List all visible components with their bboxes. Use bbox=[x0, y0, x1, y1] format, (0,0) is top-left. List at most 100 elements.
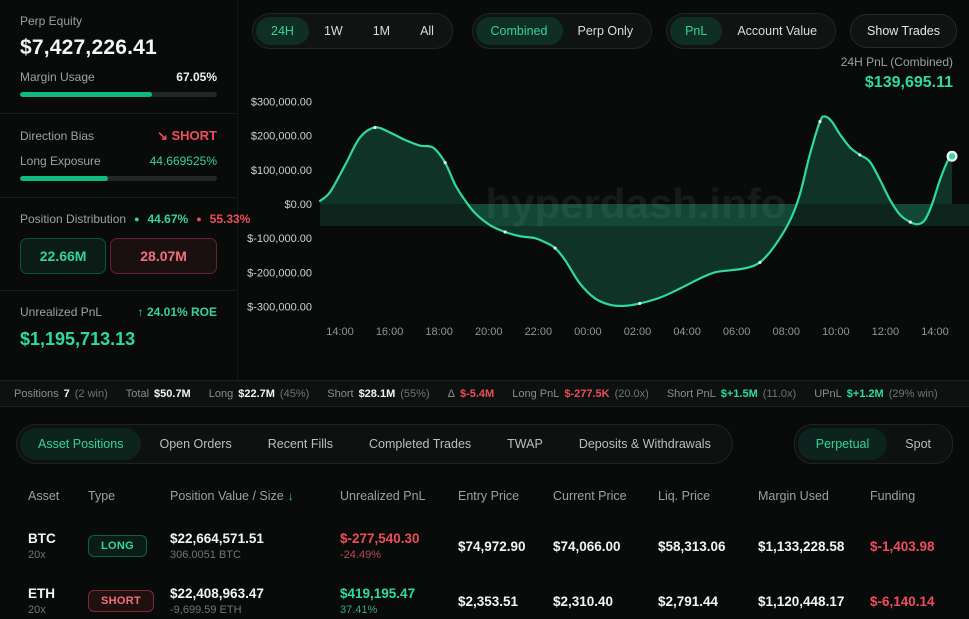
y-axis-tick: $200,000.00 bbox=[251, 131, 312, 143]
pnl-summary-value: $139,695.11 bbox=[841, 74, 953, 92]
position-type-badge: LONG bbox=[88, 535, 147, 557]
long-distribution-box: 22.66M bbox=[20, 238, 106, 274]
x-axis-tick: 18:00 bbox=[425, 326, 453, 338]
x-axis-tick: 12:00 bbox=[872, 326, 900, 338]
unrealized-pnl: $419,195.47 bbox=[340, 586, 458, 601]
position-type-badge: SHORT bbox=[88, 590, 154, 612]
trade-marker bbox=[504, 230, 507, 233]
positions-summary-bar: Positions7(2 win) Total$50.7M Long$22.7M… bbox=[0, 380, 969, 407]
summary-long: Long$22.7M(45%) bbox=[209, 388, 310, 400]
x-axis-tick: 08:00 bbox=[772, 326, 800, 338]
spot-toggle[interactable]: Spot bbox=[887, 428, 949, 460]
margin-usage-value: 67.05% bbox=[176, 70, 217, 84]
asset-leverage: 20x bbox=[28, 549, 88, 561]
position-value: $22,664,571.51 bbox=[170, 531, 340, 546]
trade-marker bbox=[858, 153, 861, 156]
y-axis-tick: $-100,000.00 bbox=[247, 233, 312, 245]
asset-symbol: BTC bbox=[28, 531, 88, 546]
market-toggle-group: Perpetual Spot bbox=[794, 424, 953, 464]
mode-toggle-group: Combined Perp Only bbox=[472, 13, 653, 49]
perpetual-toggle[interactable]: Perpetual bbox=[798, 428, 888, 460]
position-size: -9,699.59 ETH bbox=[170, 604, 340, 616]
tab-asset-positions[interactable]: Asset Positions bbox=[20, 428, 141, 460]
long-dot-icon: ● bbox=[134, 214, 139, 224]
trade-marker bbox=[638, 302, 641, 305]
pnl-summary-label: 24H PnL (Combined) bbox=[841, 55, 953, 69]
header-unrealized-pnl: Unrealized PnL bbox=[340, 489, 458, 503]
margin-used: $1,120,448.17 bbox=[758, 594, 870, 609]
combined-button[interactable]: Combined bbox=[476, 17, 563, 45]
long-exposure-value: 44.669525% bbox=[150, 154, 217, 168]
current-price: $74,066.00 bbox=[553, 539, 658, 554]
range-24h-button[interactable]: 24H bbox=[256, 17, 309, 45]
header-position-value[interactable]: Position Value / Size ↓ bbox=[170, 489, 340, 503]
positions-table: Asset Type Position Value / Size ↓ Unrea… bbox=[0, 474, 969, 619]
summary-upnl: UPnL$+1.2M(29% win) bbox=[814, 388, 937, 400]
range-1m-button[interactable]: 1M bbox=[358, 17, 405, 45]
pnl-button[interactable]: PnL bbox=[670, 17, 722, 45]
unrealized-pnl-pct: -24.49% bbox=[340, 549, 458, 561]
funding: $-1,403.98 bbox=[870, 539, 959, 554]
table-header-row: Asset Type Position Value / Size ↓ Unrea… bbox=[0, 474, 969, 518]
summary-delta: Δ$-5.4M bbox=[448, 388, 495, 400]
long-exposure-label: Long Exposure bbox=[20, 154, 101, 168]
unrealized-pnl-value: $1,195,713.13 bbox=[20, 329, 217, 350]
perp-equity-label: Perp Equity bbox=[20, 14, 217, 28]
asset-leverage: 20x bbox=[28, 604, 88, 616]
y-axis-tick: $300,000.00 bbox=[251, 97, 312, 109]
margin-usage-bar bbox=[20, 92, 217, 97]
trade-marker bbox=[444, 161, 447, 164]
tab-twap[interactable]: TWAP bbox=[489, 428, 561, 460]
x-axis-tick: 00:00 bbox=[574, 326, 602, 338]
x-axis-tick: 14:00 bbox=[326, 326, 354, 338]
tab-open-orders[interactable]: Open Orders bbox=[141, 428, 249, 460]
tab-recent-fills[interactable]: Recent Fills bbox=[250, 428, 351, 460]
roe-value: ↑ 24.01% ROE bbox=[138, 305, 217, 319]
range-all-button[interactable]: All bbox=[405, 17, 449, 45]
summary-long-pnl: Long PnL$-277.5K(20.0x) bbox=[512, 388, 649, 400]
margin-used: $1,133,228.58 bbox=[758, 539, 870, 554]
header-current-price: Current Price bbox=[553, 489, 658, 503]
header-asset: Asset bbox=[28, 489, 88, 503]
show-trades-button[interactable]: Show Trades bbox=[850, 14, 957, 48]
section-tabs: Asset Positions Open Orders Recent Fills… bbox=[16, 424, 733, 464]
pnl-chart-svg: hyperdash.info$300,000.00$200,000.00$100… bbox=[238, 95, 969, 355]
summary-positions: Positions7(2 win) bbox=[14, 388, 108, 400]
unrealized-pnl: $-277,540.30 bbox=[340, 531, 458, 546]
tab-completed-trades[interactable]: Completed Trades bbox=[351, 428, 489, 460]
trade-marker bbox=[818, 120, 821, 123]
long-exposure-bar bbox=[20, 176, 217, 181]
trade-marker bbox=[373, 126, 376, 129]
summary-total: Total$50.7M bbox=[126, 388, 191, 400]
entry-price: $74,972.90 bbox=[458, 539, 553, 554]
position-distribution-card: Position Distribution ● 44.67% ● 55.33% … bbox=[0, 198, 237, 291]
stats-sidebar: Perp Equity $7,427,226.41 Margin Usage 6… bbox=[0, 0, 238, 380]
range-1w-button[interactable]: 1W bbox=[309, 17, 358, 45]
x-axis-tick: 16:00 bbox=[376, 326, 404, 338]
funding: $-6,140.14 bbox=[870, 594, 959, 609]
unrealized-pnl-pct: 37.41% bbox=[340, 604, 458, 616]
long-percentage: 44.67% bbox=[148, 212, 189, 226]
margin-usage-label: Margin Usage bbox=[20, 70, 95, 84]
header-margin-used: Margin Used bbox=[758, 489, 870, 503]
perp-only-button[interactable]: Perp Only bbox=[563, 17, 649, 45]
y-axis-tick: $-200,000.00 bbox=[247, 267, 312, 279]
unrealized-pnl-label: Unrealized PnL bbox=[20, 305, 102, 319]
time-range-group: 24H 1W 1M All bbox=[252, 13, 453, 49]
table-row[interactable]: BTC 20x LONG $22,664,571.51 306.0051 BTC… bbox=[0, 518, 969, 573]
current-point-inner bbox=[949, 153, 955, 159]
tab-deposits-withdrawals[interactable]: Deposits & Withdrawals bbox=[561, 428, 729, 460]
x-axis-tick: 10:00 bbox=[822, 326, 850, 338]
account-value-button[interactable]: Account Value bbox=[722, 17, 832, 45]
x-axis-tick: 20:00 bbox=[475, 326, 503, 338]
chart-panel: 24H 1W 1M All Combined Perp Only PnL Acc… bbox=[238, 0, 969, 380]
y-axis-tick: $-300,000.00 bbox=[247, 302, 312, 314]
table-row[interactable]: ETH 20x SHORT $22,408,963.47 -9,699.59 E… bbox=[0, 573, 969, 619]
x-axis-tick: 14:00 bbox=[921, 326, 949, 338]
entry-price: $2,353.51 bbox=[458, 594, 553, 609]
sort-descending-icon: ↓ bbox=[288, 489, 294, 503]
header-liq-price: Liq. Price bbox=[658, 489, 758, 503]
trade-marker bbox=[909, 221, 912, 224]
asset-symbol: ETH bbox=[28, 586, 88, 601]
top-section: Perp Equity $7,427,226.41 Margin Usage 6… bbox=[0, 0, 969, 380]
